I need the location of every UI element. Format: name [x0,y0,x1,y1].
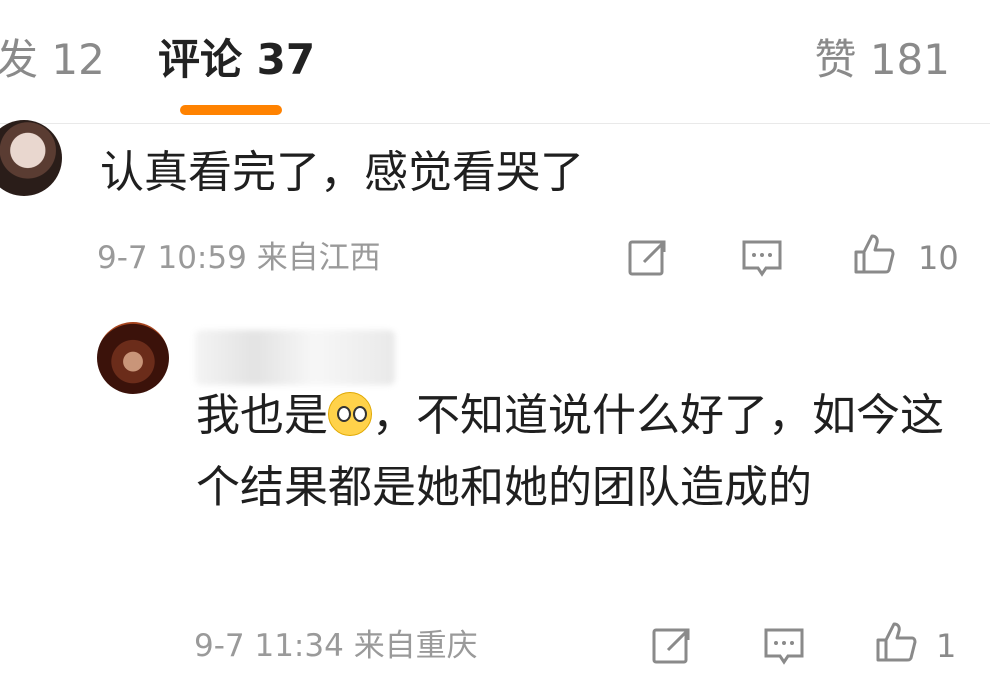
like-count: 1 [936,627,957,665]
active-tab-indicator [180,105,282,115]
like-count: 10 [918,239,959,277]
share-icon [628,240,666,276]
share-icon [652,628,690,664]
reply-text-start: 我也是 [196,390,328,441]
tab-bar: 发 12 评论 37 赞 181 [0,0,990,124]
share-button[interactable] [626,236,670,280]
thumbs-up-icon [854,234,895,274]
redacted-username [195,330,395,385]
reply-meta: 9-7 11:34 来自重庆 [194,626,478,666]
like-button[interactable] [852,232,896,276]
reply-button[interactable] [762,624,806,668]
avatar[interactable] [0,120,62,196]
thumbs-up-icon [876,622,917,662]
tab-comments[interactable]: 评论 37 [158,34,315,86]
reply-button[interactable] [740,236,784,280]
share-button[interactable] [650,624,694,668]
comment-text: 认真看完了，感觉看哭了 [100,147,584,198]
comment-icon [764,628,804,665]
reply-time: 9-7 11:34 [194,628,344,664]
tab-reposts[interactable]: 发 12 [0,34,105,86]
reply-location: 来自重庆 [353,628,478,664]
like-button[interactable] [874,620,918,664]
tab-likes[interactable]: 赞 181 [814,34,950,86]
reply-text: 我也是 ，不知道说什么好了，如今这个结果都是她和她的团队造成的 [196,380,956,524]
avatar[interactable] [97,322,169,394]
comment-icon [742,240,782,277]
comment-meta: 9-7 10:59 来自江西 [97,238,381,278]
crying-face-emoji-icon [328,392,372,436]
comment-time: 9-7 10:59 [97,240,247,276]
comment-location: 来自江西 [256,240,381,276]
